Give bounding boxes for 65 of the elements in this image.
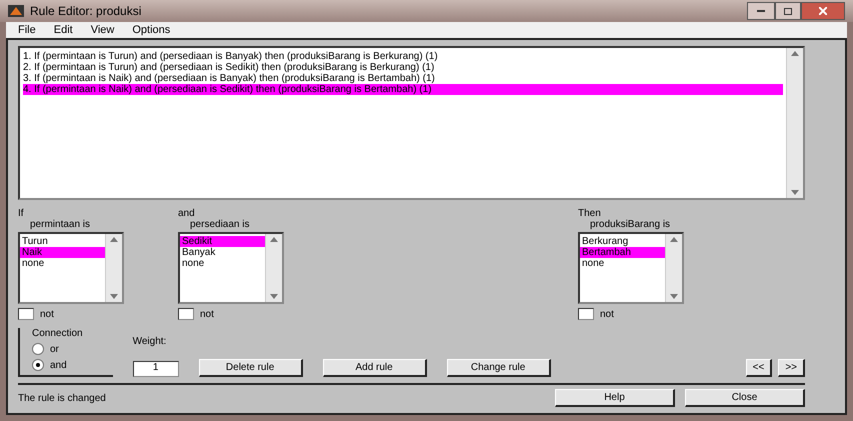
rules-list[interactable] [18, 46, 805, 200]
radio-button[interactable] [32, 343, 44, 355]
variable-label: persediaan is [189, 219, 250, 230]
not-label: not [600, 308, 614, 320]
not-checkbox[interactable] [18, 308, 34, 320]
variable-prefix: and [178, 208, 196, 219]
list-item[interactable]: Berkurang [580, 236, 665, 247]
window-title: Rule Editor: produksi [30, 4, 142, 18]
minimize-button[interactable] [747, 2, 775, 20]
nav-button[interactable]: << [746, 359, 772, 377]
scroll-up-icon [110, 237, 118, 242]
not-checkbox[interactable] [178, 308, 194, 320]
list-item[interactable]: Sedikit [180, 236, 265, 247]
rule-button[interactable]: Delete rule [198, 359, 303, 377]
menu-item[interactable]: View [90, 24, 114, 36]
rule-button[interactable]: Change rule [446, 359, 551, 377]
maximize-button[interactable] [775, 2, 801, 20]
footer-button[interactable]: Close [685, 389, 805, 407]
weight-field[interactable]: 1 [132, 361, 179, 377]
scroll-down-icon [670, 294, 678, 299]
scroll-up-icon [270, 237, 278, 242]
scroll-up-icon [791, 51, 799, 56]
variable-prefix: If [18, 208, 25, 219]
close-icon [819, 7, 827, 15]
not-label: not [200, 308, 214, 320]
radio-label: or [50, 344, 59, 354]
variable-prefix: Then [578, 208, 602, 219]
not-checkbox[interactable] [578, 308, 594, 320]
footer-button[interactable]: Help [555, 389, 675, 407]
connection-label: Connection [32, 328, 83, 339]
rule-item[interactable]: 1. If (permintaan is Turun) and (persediaan is Banyak) then (produksiBarang is Berkurang) (1) [23, 51, 783, 62]
membership-list[interactable]: Berkurang Bertambah none [578, 232, 684, 304]
variable-label: produksiBarang is [589, 219, 672, 230]
scroll-down-icon [110, 294, 118, 299]
membership-list[interactable]: Turun Naik none [18, 232, 124, 304]
nav-button[interactable]: >> [778, 359, 805, 377]
membership-list[interactable]: Sedikit Banyak none [178, 232, 284, 304]
scroll-down-icon [791, 190, 799, 195]
menu-item[interactable]: Edit [54, 24, 73, 36]
rule-button[interactable]: Add rule [322, 359, 427, 377]
menu-item[interactable]: Options [132, 24, 170, 36]
status-text: The rule is changed [18, 392, 107, 404]
list-item[interactable]: Banyak [180, 247, 265, 258]
menu-item[interactable]: File [18, 24, 36, 36]
not-label: not [40, 308, 54, 320]
rule-item[interactable]: 4. If (permintaan is Naik) and (persediaan is Sedikit) then (produksiBarang is Bertambah) (1) [23, 84, 783, 95]
list-item[interactable]: none [580, 258, 665, 269]
maximize-icon [784, 8, 792, 14]
close-button[interactable] [801, 2, 845, 20]
scroll-down-icon [270, 294, 278, 299]
list-item[interactable]: Bertambah [580, 247, 665, 258]
scroll-up-icon [670, 237, 678, 242]
radio-label: and [50, 360, 67, 370]
rule-item[interactable]: 2. If (permintaan is Turun) and (persediaan is Sedikit) then (produksiBarang is Berkurang) (1) [23, 62, 783, 73]
radio-button[interactable] [32, 359, 44, 371]
list-item[interactable]: none [20, 258, 105, 269]
app-icon [8, 5, 24, 17]
radio-dot-icon [36, 363, 40, 367]
rule-item[interactable]: 3. If (permintaan is Naik) and (persediaan is Banyak) then (produksiBarang is Bertambah) (1) [23, 73, 783, 84]
list-item[interactable]: Naik [20, 247, 105, 258]
weight-label: Weight: [132, 336, 168, 347]
variable-label: permintaan is [29, 219, 92, 230]
list-item[interactable]: none [180, 258, 265, 269]
minimize-icon [757, 10, 765, 12]
list-item[interactable]: Turun [20, 236, 105, 247]
